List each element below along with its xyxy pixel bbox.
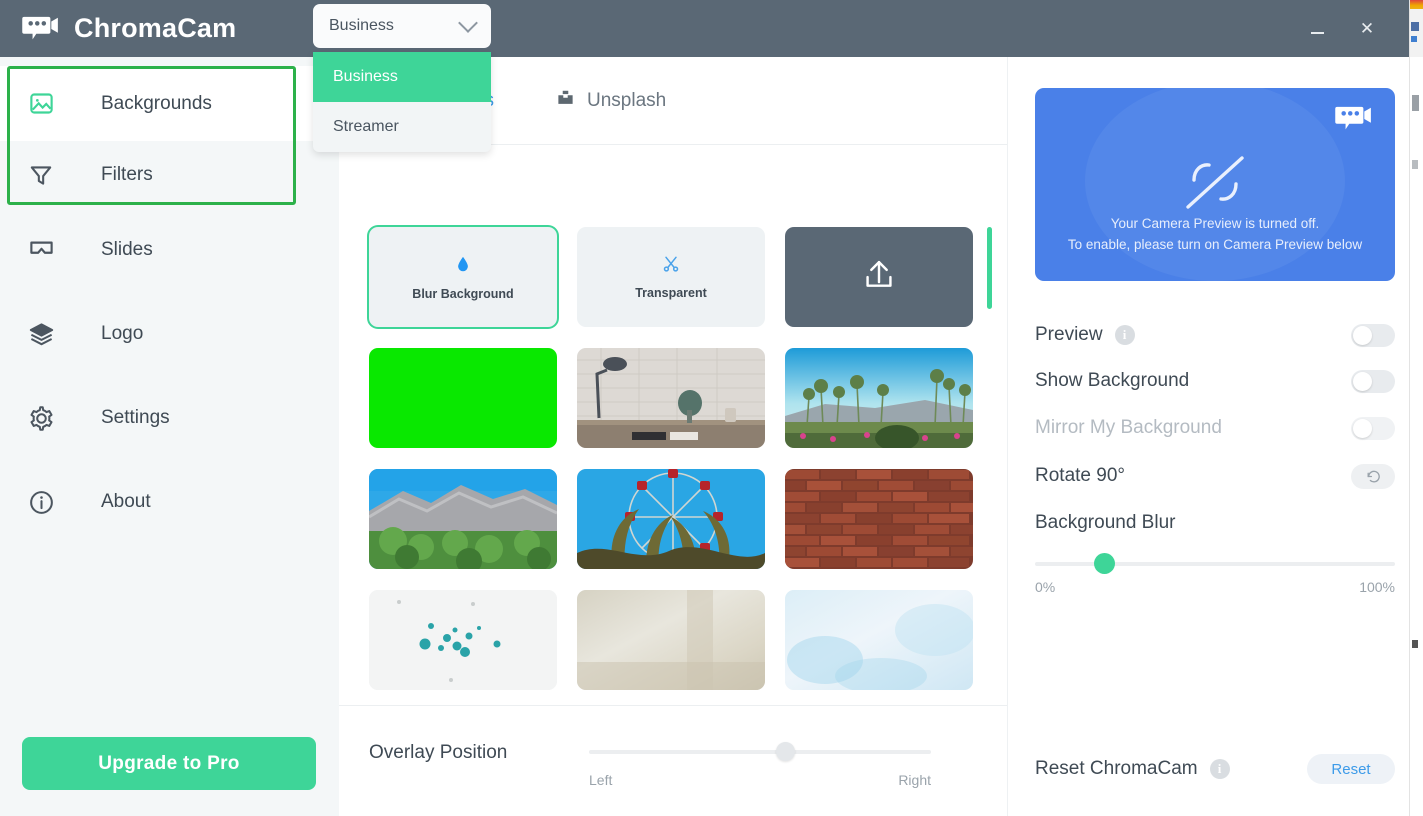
- image-icon: [24, 87, 58, 121]
- chromacam-logo-icon: [22, 14, 60, 44]
- backgrounds-grid: Blur Background Transparent: [339, 203, 1007, 690]
- overlay-position-row: Overlay Position Left Right: [339, 712, 1007, 796]
- preview-label: Preview: [1035, 324, 1103, 345]
- control-row-reset: Reset ChromaCam i Reset: [1035, 750, 1395, 788]
- rotate-label: Rotate 90°: [1035, 465, 1125, 486]
- background-blur-max-label: 100%: [1359, 579, 1395, 595]
- background-blur-knob[interactable]: [1094, 553, 1115, 574]
- funnel-icon: [24, 158, 58, 192]
- preset-dropdown-menu[interactable]: Business Streamer: [313, 52, 491, 152]
- camera-off-line2: To enable, please turn on Camera Preview…: [1067, 236, 1363, 252]
- background-thumb-label: Transparent: [635, 286, 707, 300]
- sidebar-item-label: About: [101, 491, 151, 512]
- background-blur-slider[interactable]: [1035, 553, 1395, 574]
- right-panel: Your Camera Preview is turned off. To en…: [1007, 57, 1409, 816]
- sidebar-item-settings[interactable]: Settings: [0, 376, 339, 460]
- overlay-position-max-label: Right: [898, 772, 931, 788]
- background-thumb-blur[interactable]: Blur Background: [369, 227, 557, 327]
- overlay-position-slider[interactable]: [589, 742, 931, 761]
- background-thumb-transparent[interactable]: Transparent: [577, 227, 765, 327]
- reset-chromacam-label: Reset ChromaCam: [1035, 758, 1198, 779]
- overlay-size-row: Overlay Size Small Big: [339, 791, 1007, 816]
- background-thumb-label: Blur Background: [412, 287, 514, 301]
- background-blur-label: Background Blur: [1035, 512, 1176, 533]
- sidebar-item-label: Slides: [101, 239, 153, 260]
- background-thumb-brick[interactable]: [785, 469, 973, 569]
- background-thumb-dots[interactable]: [369, 590, 557, 690]
- background-thumb-greenscreen[interactable]: [369, 348, 557, 448]
- window-controls: ✕: [1303, 0, 1381, 57]
- title-bar: ChromaCam ✕: [0, 0, 1409, 57]
- show-background-label: Show Background: [1035, 370, 1190, 391]
- presentation-icon: [24, 233, 58, 267]
- info-circle-icon: [24, 485, 58, 519]
- sidebar-item-logo[interactable]: Logo: [0, 292, 339, 376]
- upload-icon: [859, 255, 899, 300]
- camera-off-message: Your Camera Preview is turned off. To en…: [1035, 214, 1395, 256]
- show-background-toggle[interactable]: [1351, 369, 1395, 393]
- overlay-controls: Overlay Position Left Right Overlay Size…: [339, 705, 1007, 816]
- unsplash-icon: [556, 88, 575, 113]
- background-thumb-palm-garden[interactable]: [785, 348, 973, 448]
- sidebar-item-slides[interactable]: Slides: [0, 208, 339, 292]
- chevron-down-icon: [458, 13, 478, 33]
- control-row-rotate: Rotate 90°: [1035, 457, 1395, 495]
- control-row-background-blur: Background Blur: [1035, 504, 1395, 542]
- minimize-button[interactable]: [1303, 15, 1331, 43]
- backgrounds-grid-scroll[interactable]: Blur Background Transparent: [339, 203, 1007, 700]
- reset-button[interactable]: Reset: [1307, 754, 1395, 784]
- info-icon[interactable]: i: [1114, 325, 1135, 345]
- water-drop-icon: [454, 253, 472, 280]
- app-window: ChromaCam ✕ Business Business Streamer B…: [0, 0, 1423, 816]
- info-icon[interactable]: i: [1209, 759, 1230, 779]
- close-button[interactable]: ✕: [1353, 15, 1381, 43]
- background-thumb-upload[interactable]: [785, 227, 973, 327]
- sidebar: Backgrounds Filters Slides Logo Settings…: [0, 57, 339, 816]
- sidebar-item-about[interactable]: About: [0, 460, 339, 544]
- tab-label: Unsplash: [587, 89, 667, 111]
- sidebar-item-label: Logo: [101, 323, 144, 344]
- preset-option-business[interactable]: Business: [313, 52, 491, 102]
- mirror-background-toggle: [1351, 416, 1395, 440]
- background-thumb-beige[interactable]: [577, 590, 765, 690]
- overlay-position-label: Overlay Position: [369, 742, 508, 763]
- sidebar-item-label: Filters: [101, 163, 153, 185]
- sidebar-item-label: Settings: [101, 407, 170, 428]
- sidebar-item-backgrounds[interactable]: Backgrounds: [0, 66, 339, 141]
- background-thumb-watercolor[interactable]: [785, 590, 973, 690]
- camera-preview-card: Your Camera Preview is turned off. To en…: [1035, 88, 1395, 281]
- scissors-icon: [661, 254, 681, 279]
- brand-title: ChromaCam: [74, 13, 237, 43]
- camera-off-line1: Your Camera Preview is turned off.: [1110, 216, 1320, 231]
- chromacam-watermark-icon: [1335, 104, 1373, 134]
- rotate-ccw-icon[interactable]: [1351, 463, 1395, 489]
- camera-off-icon: [1180, 150, 1250, 214]
- mirror-background-label: Mirror My Background: [1035, 417, 1222, 438]
- sidebar-item-label: Backgrounds: [101, 92, 212, 114]
- overlay-position-knob[interactable]: [776, 742, 795, 761]
- control-row-show-background: Show Background: [1035, 362, 1395, 400]
- control-row-preview: Preview i: [1035, 316, 1395, 354]
- control-row-mirror-background: Mirror My Background: [1035, 409, 1395, 447]
- grid-scrollbar-thumb[interactable]: [987, 227, 992, 309]
- layers-icon: [24, 317, 58, 351]
- background-thumb-desk[interactable]: [577, 348, 765, 448]
- background-thumb-ferris[interactable]: [577, 469, 765, 569]
- upgrade-to-pro-button[interactable]: Upgrade to Pro: [22, 737, 316, 790]
- gear-icon: [24, 401, 58, 435]
- background-thumb-mountain[interactable]: [369, 469, 557, 569]
- app-logo: ChromaCam: [22, 13, 236, 44]
- sidebar-item-filters[interactable]: Filters: [0, 141, 339, 208]
- center-panel: Downloads Unsplash: [339, 57, 1007, 816]
- background-window-sliver: [1409, 0, 1423, 816]
- preset-selected-value: Business: [329, 17, 394, 34]
- tab-unsplash[interactable]: Unsplash: [556, 88, 666, 113]
- preset-dropdown[interactable]: Business: [313, 4, 491, 48]
- preset-option-streamer[interactable]: Streamer: [313, 102, 491, 152]
- preview-toggle[interactable]: [1351, 323, 1395, 347]
